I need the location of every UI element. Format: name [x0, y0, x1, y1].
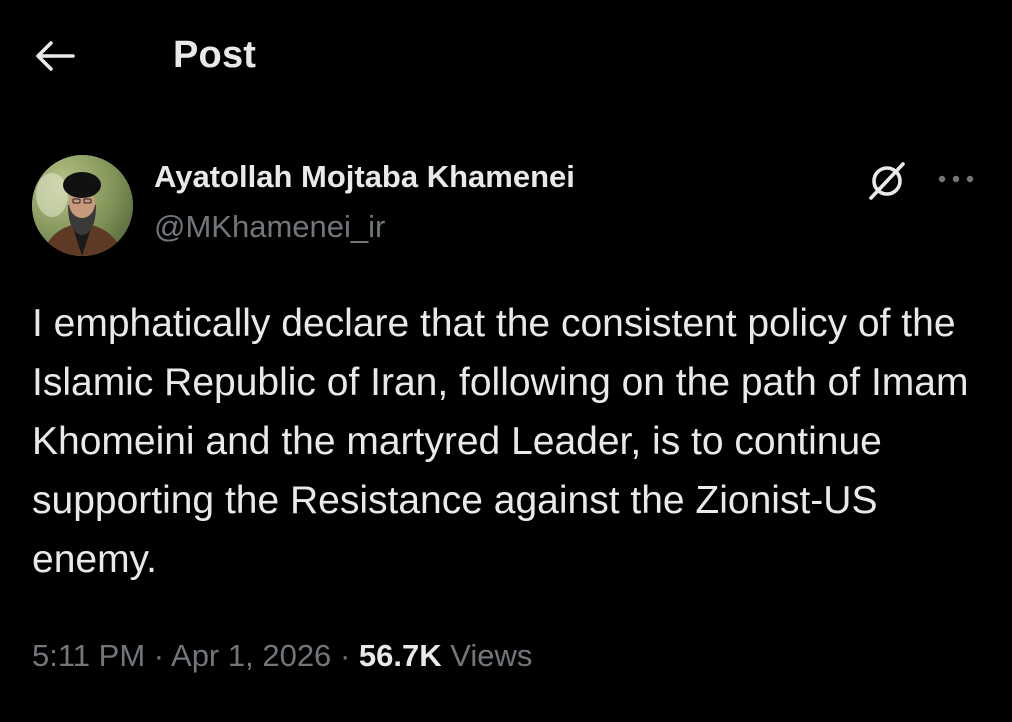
post-metadata: 5:11 PM · Apr 1, 2026 · 56.7K Views	[32, 638, 532, 674]
meta-separator: ·	[339, 638, 351, 673]
views-count[interactable]: 56.7K	[359, 638, 442, 673]
top-bar: Post	[0, 0, 1012, 110]
arrow-left-icon	[36, 41, 75, 71]
post-time[interactable]: 5:11 PM	[32, 638, 145, 673]
more-horizontal-icon	[938, 175, 974, 183]
profile-photo	[32, 155, 133, 256]
grok-icon-button[interactable]	[860, 155, 912, 207]
post-author: Ayatollah Mojtaba Khamenei @MKhamenei_ir	[32, 155, 982, 256]
more-options-button[interactable]	[930, 157, 982, 201]
grok-slash-circle-icon	[869, 162, 905, 200]
back-button[interactable]	[30, 36, 80, 76]
post-date[interactable]: Apr 1, 2026	[171, 638, 331, 673]
author-display-name[interactable]: Ayatollah Mojtaba Khamenei	[154, 159, 575, 195]
avatar[interactable]	[32, 155, 133, 256]
post-body-text: I emphatically declare that the consiste…	[32, 302, 969, 581]
author-handle[interactable]: @MKhamenei_ir	[154, 209, 385, 245]
views-label: Views	[450, 638, 533, 673]
meta-separator: ·	[153, 638, 165, 673]
page-title: Post	[173, 34, 257, 76]
